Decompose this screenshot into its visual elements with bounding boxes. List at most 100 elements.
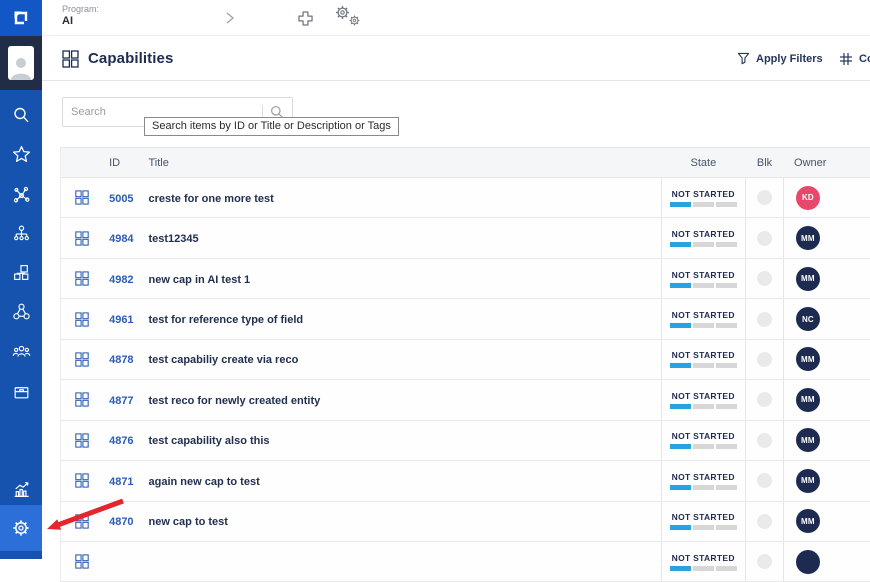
row-id-link[interactable]: 4961 bbox=[109, 314, 133, 326]
sidebar-item-hierarchy[interactable] bbox=[0, 214, 42, 252]
owner-avatar[interactable] bbox=[796, 550, 820, 574]
state-label: NOT STARTED bbox=[672, 391, 735, 401]
sidebar-item-box[interactable] bbox=[0, 373, 42, 411]
blocker-dot bbox=[757, 352, 772, 367]
capability-grid-icon[interactable] bbox=[75, 352, 89, 367]
sidebar-item-share[interactable] bbox=[0, 292, 42, 330]
apply-filters-button[interactable]: Apply Filters bbox=[737, 36, 823, 81]
state-label: NOT STARTED bbox=[672, 431, 735, 441]
state-cell: NOT STARTED bbox=[661, 421, 746, 460]
row-title: new cap in AI test 1 bbox=[148, 274, 250, 286]
state-cell: NOT STARTED bbox=[661, 461, 746, 500]
sidebar-item-search[interactable] bbox=[0, 96, 42, 134]
content-header: Capabilities Apply Filters Columns bbox=[42, 36, 870, 81]
capability-grid-icon[interactable] bbox=[75, 473, 89, 488]
capability-grid-icon[interactable] bbox=[75, 514, 89, 529]
row-id-link[interactable]: 4871 bbox=[109, 476, 133, 488]
table-row[interactable]: 4876 test capability also this NOT START… bbox=[61, 421, 870, 461]
row-id-link[interactable]: 4877 bbox=[109, 395, 133, 407]
owner-avatar[interactable]: NC bbox=[796, 307, 820, 331]
row-title: test reco for newly created entity bbox=[148, 395, 320, 407]
row-id-link[interactable]: 4876 bbox=[109, 435, 133, 447]
state-cell: NOT STARTED bbox=[661, 259, 746, 298]
col-header-title: Title bbox=[142, 157, 661, 169]
table-row[interactable]: 4870 new cap to test NOT STARTED MM bbox=[61, 502, 870, 542]
owner-avatar[interactable]: MM bbox=[796, 388, 820, 412]
state-cell: NOT STARTED bbox=[661, 299, 746, 338]
row-id-link[interactable]: 4870 bbox=[109, 516, 133, 528]
table-row[interactable]: NOT STARTED bbox=[61, 542, 870, 582]
row-id-link[interactable]: 4984 bbox=[109, 233, 133, 245]
state-cell: NOT STARTED bbox=[661, 380, 746, 419]
add-button[interactable] bbox=[290, 0, 320, 36]
user-avatar[interactable] bbox=[0, 36, 42, 90]
table-row[interactable]: 4982 new cap in AI test 1 NOT STARTED MM bbox=[61, 259, 870, 299]
capability-grid-icon[interactable] bbox=[75, 271, 89, 286]
capability-grid-icon[interactable] bbox=[75, 190, 89, 205]
row-title: test12345 bbox=[148, 233, 198, 245]
owner-avatar[interactable]: KD bbox=[796, 186, 820, 210]
add-icon bbox=[296, 9, 315, 28]
owner-avatar[interactable]: MM bbox=[796, 226, 820, 250]
blocker-dot bbox=[757, 271, 772, 286]
capability-grid-icon[interactable] bbox=[75, 312, 89, 327]
chart-icon bbox=[12, 480, 31, 499]
columns-button[interactable]: Columns bbox=[839, 36, 870, 81]
state-progress-bar bbox=[670, 485, 737, 490]
owner-initials: MM bbox=[801, 395, 815, 404]
sidebar-item-analytics[interactable] bbox=[0, 470, 42, 508]
network-icon bbox=[12, 185, 31, 204]
sidebar-item-settings[interactable] bbox=[0, 505, 42, 551]
blocker-dot bbox=[757, 392, 772, 407]
sidebar-item-favorites[interactable] bbox=[0, 135, 42, 173]
owner-avatar[interactable]: MM bbox=[796, 267, 820, 291]
columns-label: Columns bbox=[859, 53, 870, 65]
capability-grid-icon[interactable] bbox=[75, 433, 89, 448]
program-label: Program: bbox=[62, 4, 99, 15]
row-title: new cap to test bbox=[148, 516, 227, 528]
owner-avatar[interactable]: MM bbox=[796, 469, 820, 493]
table-row[interactable]: 4878 test capabiliy create via reco NOT … bbox=[61, 340, 870, 380]
row-title: test for reference type of field bbox=[148, 314, 303, 326]
program-value: AI bbox=[62, 15, 99, 29]
row-id-link[interactable]: 4982 bbox=[109, 274, 133, 286]
app-logo[interactable] bbox=[0, 0, 42, 36]
owner-initials: MM bbox=[801, 436, 815, 445]
funnel-icon bbox=[737, 52, 750, 65]
table-header-row: ID Title State Blk Owner bbox=[61, 147, 870, 178]
table-row[interactable]: 4871 again new cap to test NOT STARTED M… bbox=[61, 461, 870, 501]
search-tooltip: Search items by ID or Title or Descripti… bbox=[144, 117, 399, 136]
table-row[interactable]: 5005 creste for one more test NOT STARTE… bbox=[61, 178, 870, 218]
state-progress-bar bbox=[670, 242, 737, 247]
capability-grid-icon[interactable] bbox=[75, 392, 89, 407]
state-cell: NOT STARTED bbox=[661, 218, 746, 257]
settings-gears-icon bbox=[332, 3, 368, 33]
star-icon bbox=[12, 145, 31, 164]
owner-initials: MM bbox=[801, 517, 815, 526]
capability-grid-icon[interactable] bbox=[75, 231, 89, 246]
blocker-dot bbox=[757, 231, 772, 246]
blocker-dot bbox=[757, 473, 772, 488]
sidebar-item-team[interactable] bbox=[0, 332, 42, 370]
sidebar-item-network[interactable] bbox=[0, 175, 42, 213]
owner-avatar[interactable]: MM bbox=[796, 509, 820, 533]
table-row[interactable]: 4984 test12345 NOT STARTED MM bbox=[61, 218, 870, 258]
program-selector[interactable]: Program: AI bbox=[62, 4, 99, 29]
col-header-state: State bbox=[661, 148, 746, 177]
capabilities-table: ID Title State Blk Owner 5005 creste for… bbox=[60, 147, 870, 582]
table-row[interactable]: 4877 test reco for newly created entity … bbox=[61, 380, 870, 420]
row-id-link[interactable]: 4878 bbox=[109, 354, 133, 366]
state-label: NOT STARTED bbox=[672, 350, 735, 360]
apply-filters-label: Apply Filters bbox=[756, 53, 823, 65]
state-label: NOT STARTED bbox=[672, 229, 735, 239]
sidebar-item-orgchart[interactable] bbox=[0, 253, 42, 291]
owner-avatar[interactable]: MM bbox=[796, 347, 820, 371]
table-row[interactable]: 4961 test for reference type of field NO… bbox=[61, 299, 870, 339]
capability-grid-icon[interactable] bbox=[75, 554, 89, 569]
state-progress-bar bbox=[670, 323, 737, 328]
owner-avatar[interactable]: MM bbox=[796, 428, 820, 452]
settings-gears-button[interactable] bbox=[330, 0, 370, 36]
row-id-link[interactable]: 5005 bbox=[109, 193, 133, 205]
state-label: NOT STARTED bbox=[672, 472, 735, 482]
state-label: NOT STARTED bbox=[672, 270, 735, 280]
